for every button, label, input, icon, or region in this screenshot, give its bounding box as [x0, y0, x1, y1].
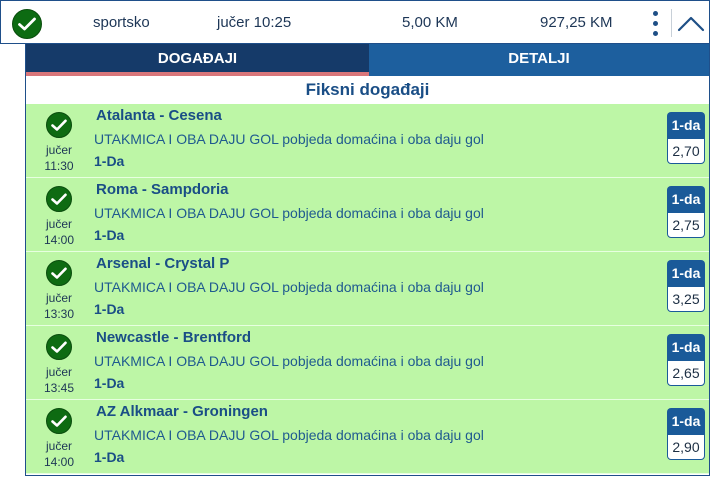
section-title: Fiksni događaji: [305, 80, 430, 99]
odd-label: 1-da: [667, 186, 705, 212]
event-time: 11:30: [44, 159, 74, 173]
event-match: Atalanta - Cesena: [96, 107, 222, 124]
odd-value: 3,25: [667, 286, 705, 312]
event-day: jučer: [45, 143, 72, 157]
event-row[interactable]: jučer 14:00 Roma - Sampdoria UTAKMICA I …: [26, 178, 709, 252]
odd-label: 1-da: [667, 260, 705, 286]
event-pick: 1-Da: [94, 153, 125, 169]
event-match: Arsenal - Crystal P: [96, 255, 230, 272]
check-circle-icon: [46, 112, 72, 138]
check-circle-icon: [12, 9, 42, 39]
event-match: Newcastle - Brentford: [96, 329, 252, 346]
tab-bar: DOGAĐAJI DETALJI: [26, 44, 709, 76]
ticket-type: sportsko: [93, 14, 150, 31]
event-pick: 1-Da: [94, 449, 125, 465]
event-row[interactable]: jučer 11:30 Atalanta - Cesena UTAKMICA I…: [26, 104, 709, 178]
odd-value: 2,65: [667, 360, 705, 386]
header-divider: [671, 9, 672, 37]
odd-badge: 1-da 2,70: [667, 112, 705, 164]
check-circle-icon: [46, 408, 72, 434]
event-row[interactable]: jučer 14:00 AZ Alkmaar - Groningen UTAKM…: [26, 400, 709, 474]
event-pick: 1-Da: [94, 375, 125, 391]
event-pick: 1-Da: [94, 301, 125, 317]
event-time: 14:00: [43, 455, 75, 469]
ticket-datetime: jučer 10:25: [217, 14, 292, 31]
event-day: jučer: [45, 365, 72, 379]
event-market: UTAKMICA I OBA DAJU GOL pobjeda domaćina…: [94, 279, 484, 295]
event-market: UTAKMICA I OBA DAJU GOL pobjeda domaćina…: [94, 205, 484, 221]
ticket-panel: DOGAĐAJI DETALJI Fiksni događaji jučer 1…: [25, 44, 710, 476]
event-time: 13:30: [43, 307, 75, 321]
odd-value: 2,70: [667, 138, 705, 164]
check-circle-icon: [46, 186, 72, 212]
event-market: UTAKMICA I OBA DAJU GOL pobjeda domaćina…: [94, 131, 484, 147]
events-list: jučer 11:30 Atalanta - Cesena UTAKMICA I…: [26, 104, 709, 474]
odd-badge: 1-da 3,25: [667, 260, 705, 312]
odd-label: 1-da: [667, 334, 705, 360]
event-pick: 1-Da: [94, 227, 125, 243]
odd-label: 1-da: [667, 408, 705, 434]
check-circle-icon: [46, 334, 72, 360]
tab-events[interactable]: DOGAĐAJI: [26, 44, 369, 76]
event-day: jučer: [45, 217, 72, 231]
odd-badge: 1-da 2,90: [667, 408, 705, 460]
odd-value: 2,90: [667, 434, 705, 460]
ticket-stake: 5,00 KM: [402, 14, 458, 31]
odd-value: 2,75: [667, 212, 705, 238]
more-vertical-icon[interactable]: [647, 9, 665, 39]
odd-badge: 1-da 2,75: [667, 186, 705, 238]
check-circle-icon: [46, 260, 72, 286]
ticket-header[interactable]: sportsko jučer 10:25 5,00 KM 927,25 KM: [0, 0, 710, 44]
event-day: jučer: [45, 439, 72, 453]
event-market: UTAKMICA I OBA DAJU GOL pobjeda domaćina…: [94, 427, 484, 443]
event-time: 14:00: [43, 233, 75, 247]
event-match: Roma - Sampdoria: [96, 181, 229, 198]
event-row[interactable]: jučer 13:30 Arsenal - Crystal P UTAKMICA…: [26, 252, 709, 326]
event-time: 13:45: [43, 381, 75, 395]
event-market: UTAKMICA I OBA DAJU GOL pobjeda domaćina…: [94, 353, 484, 369]
chevron-up-icon[interactable]: [676, 11, 706, 35]
event-row[interactable]: jučer 13:45 Newcastle - Brentford UTAKMI…: [26, 326, 709, 400]
ticket-payout: 927,25 KM: [540, 14, 613, 31]
odd-label: 1-da: [667, 112, 705, 138]
event-day: jučer: [45, 291, 72, 305]
tab-details[interactable]: DETALJI: [369, 44, 709, 76]
event-match: AZ Alkmaar - Groningen: [96, 403, 268, 420]
odd-badge: 1-da 2,65: [667, 334, 705, 386]
